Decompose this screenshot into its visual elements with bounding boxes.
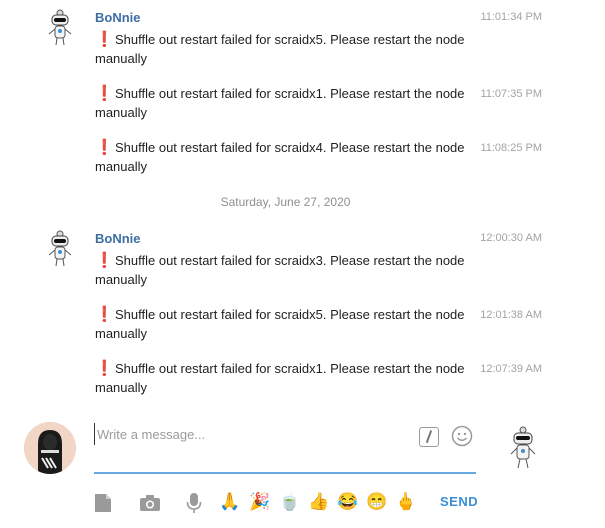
message-timestamp: 11:01:34 PM [480,11,542,23]
message-body: Shuffle out restart failed for scraidx5.… [95,307,465,341]
emoji-picker-icon[interactable] [451,425,473,447]
composer-toolbar: 🙏 🎉 🍵 👍 😂 😁 🖕 SEND [94,490,584,516]
message-composer [94,423,476,475]
message-text: ❗Shuffle out restart failed for scraidx3… [95,251,480,289]
matcha-emoji[interactable]: 🍵 [279,490,301,514]
folded-hands-emoji[interactable]: 🙏 [219,490,241,514]
sender-name[interactable]: BoNnie [95,231,141,246]
message-text: ❗Shuffle out restart failed for scraidx5… [95,305,480,343]
message-body: Shuffle out restart failed for scraidx3.… [95,253,465,287]
message-text: ❗Shuffle out restart failed for scraidx5… [95,30,480,68]
party-popper-emoji[interactable]: 🎉 [249,490,271,514]
date-separator: Saturday, June 27, 2020 [220,195,351,209]
exclamation-icon: ❗ [95,139,114,156]
message-timestamp: 12:01:38 AM [480,309,542,321]
message-text: ❗Shuffle out restart failed for scraidx4… [95,138,480,176]
exclamation-icon: ❗ [95,252,114,269]
user-avatar[interactable] [24,422,76,474]
message-timestamp: 12:07:39 AM [480,363,542,375]
message-timestamp: 11:08:25 PM [480,142,542,154]
message-input[interactable] [94,423,404,445]
grinning-emoji[interactable]: 😁 [366,490,388,514]
bot-avatar-icon[interactable] [508,425,538,471]
camera-icon[interactable] [139,494,161,512]
sender-name[interactable]: BoNnie [95,10,141,25]
bot-avatar-icon[interactable] [45,229,75,269]
hooded-figure-icon [24,422,76,474]
message-body: Shuffle out restart failed for scraidx1.… [95,361,465,395]
message-body: Shuffle out restart failed for scraidx4.… [95,140,465,174]
input-underline [94,472,476,474]
message-body: Shuffle out restart failed for scraidx1.… [95,86,465,120]
microphone-icon[interactable] [186,492,202,514]
exclamation-icon: ❗ [95,31,114,48]
exclamation-icon: ❗ [95,360,114,377]
exclamation-icon: ❗ [95,306,114,323]
bot-avatar-icon[interactable] [45,8,75,48]
message-timestamp: 11:07:35 PM [480,88,542,100]
thumbs-up-emoji[interactable]: 👍 [308,490,330,514]
message-text: ❗Shuffle out restart failed for scraidx1… [95,359,480,397]
message-text: ❗Shuffle out restart failed for scraidx1… [95,84,480,122]
exclamation-icon: ❗ [95,85,114,102]
message-body: Shuffle out restart failed for scraidx5.… [95,32,465,66]
middle-finger-emoji[interactable]: 🖕 [395,490,417,514]
bot-command-icon[interactable] [419,427,439,447]
send-button[interactable]: SEND [440,494,478,509]
tears-of-joy-emoji[interactable]: 😂 [337,490,359,514]
message-timestamp: 12:00:30 AM [480,232,542,244]
attach-file-icon[interactable] [94,493,112,513]
